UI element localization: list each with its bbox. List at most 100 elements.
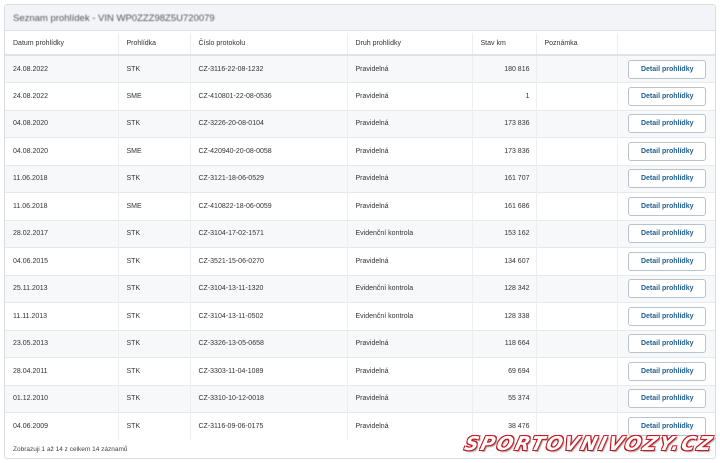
table-row: 24.08.2022 SME CZ-410801-22-08-0536 Pravide…	[5, 82, 715, 110]
cell-date: 04.06.2009	[5, 412, 119, 440]
cell-note	[536, 219, 618, 248]
cell-note	[536, 302, 618, 330]
detail-inspection-button[interactable]: Detail prohlídky	[628, 196, 707, 216]
cell-actions: Detail prohlídky	[617, 302, 715, 330]
cell-inspection-type: STK	[118, 164, 191, 193]
cell-inspection-type: SME	[118, 137, 191, 165]
detail-inspection-button[interactable]: Detail prohlídky	[628, 334, 707, 354]
cell-note	[536, 109, 618, 138]
cell-date: 28.02.2017	[5, 219, 119, 248]
cell-protocol-number: CZ-420940-20-08-0058	[190, 137, 348, 165]
cell-protocol-number: CZ-3226-20-08-0104	[190, 109, 348, 138]
detail-inspection-button[interactable]: Detail prohlídky	[628, 224, 707, 244]
cell-date: 24.08.2022	[5, 82, 119, 110]
inspections-table: Datum prohlídky Prohlídka Číslo protokol…	[5, 33, 715, 440]
cell-inspection-kind: Evidenční kontrola	[347, 274, 473, 303]
cell-inspection-kind: Pravidelná	[347, 109, 473, 138]
detail-inspection-button[interactable]: Detail prohlídky	[628, 306, 707, 326]
cell-note	[536, 54, 618, 83]
table-row: 28.04.2011 STK CZ-3303-11-04-1089 Pravideln…	[5, 357, 715, 385]
cell-actions: Detail prohlídky	[617, 137, 715, 165]
cell-inspection-kind: Pravidelná	[347, 137, 473, 165]
cell-actions: Detail prohlídky	[617, 329, 715, 358]
column-header-inspection[interactable]: Prohlídka	[118, 33, 191, 56]
cell-inspection-kind: Pravidelná	[347, 329, 473, 358]
cell-inspection-type: STK	[118, 247, 191, 275]
cell-inspection-type: STK	[118, 302, 191, 330]
table-row: 04.08.2020 SME CZ-420940-20-08-0058 Pravide…	[5, 137, 715, 165]
detail-inspection-button[interactable]: Detail prohlídky	[628, 389, 707, 409]
detail-inspection-button[interactable]: Detail prohlídky	[628, 141, 707, 161]
cell-inspection-type: SME	[118, 82, 191, 110]
cell-note	[536, 192, 618, 220]
cell-odometer-km: 128 342	[472, 274, 537, 303]
cell-protocol-number: CZ-410801-22-08-0536	[190, 82, 348, 110]
cell-odometer-km: 128 338	[472, 302, 537, 330]
table-row: 24.08.2022 STK CZ-3116-22-08-1232 Pravideln…	[5, 54, 715, 83]
cell-date: 23.05.2013	[5, 329, 119, 358]
cell-inspection-type: STK	[118, 54, 191, 83]
detail-inspection-button[interactable]: Detail prohlídky	[628, 361, 707, 381]
cell-note	[536, 329, 618, 358]
cell-odometer-km: 1	[472, 82, 537, 110]
cell-date: 04.08.2020	[5, 109, 119, 138]
detail-inspection-button[interactable]: Detail prohlídky	[628, 114, 707, 134]
table-row: 04.06.2015 STK CZ-3521-15-06-0270 Pravideln…	[5, 247, 715, 275]
column-header-protocol[interactable]: Číslo protokolu	[190, 33, 348, 56]
detail-inspection-button[interactable]: Detail prohlídky	[628, 59, 707, 79]
detail-inspection-button[interactable]: Detail prohlídky	[628, 251, 707, 271]
cell-protocol-number: CZ-3326-13-05-0658	[190, 329, 348, 358]
cell-odometer-km: 173 836	[472, 109, 537, 138]
cell-date: 11.06.2018	[5, 164, 119, 193]
cell-date: 04.08.2020	[5, 137, 119, 165]
cell-note	[536, 82, 618, 110]
cell-note	[536, 384, 618, 413]
table-row: 23.05.2013 STK CZ-3326-13-05-0658 Pravideln…	[5, 329, 715, 358]
cell-odometer-km: 180 816	[472, 54, 537, 83]
cell-date: 01.12.2010	[5, 384, 119, 413]
cell-odometer-km: 161 707	[472, 164, 537, 193]
table-row: 28.02.2017 STK CZ-3104-17-02-1571 Evidenční…	[5, 219, 715, 248]
cell-protocol-number: CZ-3303-11-04-1089	[190, 357, 348, 385]
cell-inspection-type: STK	[118, 219, 191, 248]
detail-inspection-button[interactable]: Detail prohlídky	[628, 86, 707, 106]
cell-inspection-type: STK	[118, 329, 191, 358]
cell-inspection-kind: Pravidelná	[347, 357, 473, 385]
cell-inspection-type: STK	[118, 274, 191, 303]
detail-inspection-button[interactable]: Detail prohlídky	[628, 169, 707, 189]
column-header-km[interactable]: Stav km	[472, 33, 537, 56]
cell-actions: Detail prohlídky	[617, 54, 715, 83]
cell-protocol-number: CZ-3104-13-11-1320	[190, 274, 348, 303]
column-header-note[interactable]: Poznámka	[536, 33, 618, 56]
cell-actions: Detail prohlídky	[617, 384, 715, 413]
table-row: 11.11.2013 STK CZ-3104-13-11-0502 Evidenční…	[5, 302, 715, 330]
cell-protocol-number: CZ-3310-10-12-0018	[190, 384, 348, 413]
panel-heading: Seznam prohlídek - VIN WP0ZZZ98Z5U720079	[5, 5, 715, 31]
cell-inspection-type: STK	[118, 357, 191, 385]
watermark-logo: SPORTOVNIVOZY.CZ	[462, 433, 717, 455]
cell-date: 11.11.2013	[5, 302, 119, 330]
cell-odometer-km: 134 607	[472, 247, 537, 275]
detail-inspection-button[interactable]: Detail prohlídky	[628, 279, 707, 299]
column-header-date[interactable]: Datum prohlídky	[5, 33, 119, 56]
table-header-row: Datum prohlídky Prohlídka Číslo protokol…	[5, 33, 715, 56]
cell-inspection-kind: Pravidelná	[347, 412, 473, 440]
cell-actions: Detail prohlídky	[617, 109, 715, 138]
cell-date: 25.11.2013	[5, 274, 119, 303]
cell-date: 28.04.2011	[5, 357, 119, 385]
cell-odometer-km: 55 374	[472, 384, 537, 413]
cell-inspection-kind: Pravidelná	[347, 164, 473, 193]
cell-actions: Detail prohlídky	[617, 247, 715, 275]
inspection-list-panel: Seznam prohlídek - VIN WP0ZZZ98Z5U720079…	[4, 4, 716, 459]
column-header-actions	[617, 33, 715, 56]
cell-inspection-kind: Evidenční kontrola	[347, 219, 473, 248]
table-row: 11.06.2018 STK CZ-3121-18-06-0529 Pravideln…	[5, 164, 715, 193]
column-header-kind[interactable]: Druh prohlídky	[347, 33, 473, 56]
cell-note	[536, 357, 618, 385]
cell-actions: Detail prohlídky	[617, 274, 715, 303]
cell-inspection-kind: Pravidelná	[347, 54, 473, 83]
cell-note	[536, 137, 618, 165]
cell-inspection-kind: Pravidelná	[347, 82, 473, 110]
cell-note	[536, 247, 618, 275]
table-row: 11.06.2018 SME CZ-410822-18-06-0059 Pravide…	[5, 192, 715, 220]
